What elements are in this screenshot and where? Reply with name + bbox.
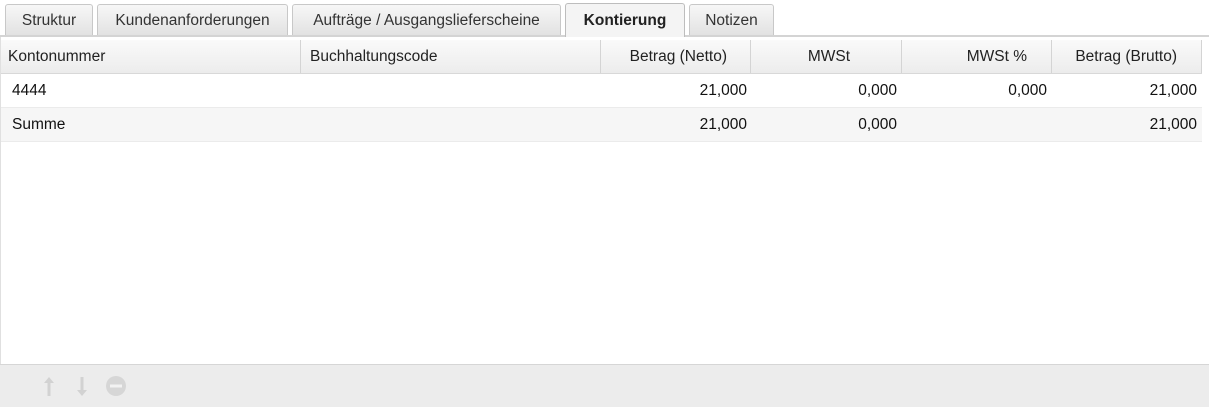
column-header-betrag-brutto[interactable]: Betrag (Brutto) — [1052, 40, 1202, 73]
column-header-kontonummer[interactable]: Kontonummer — [1, 40, 301, 73]
grid-header: Kontonummer Buchhaltungscode Betrag (Net… — [1, 40, 1202, 74]
tab-notizen[interactable]: Notizen — [689, 4, 774, 35]
cell-mwst: 0,000 — [858, 116, 897, 133]
cell-kontonummer: Summe — [12, 116, 66, 133]
tab-bar: Struktur Kundenanforderungen Aufträge / … — [0, 0, 1209, 37]
cell-betrag-netto: 21,000 — [699, 82, 747, 99]
tab-auftraege-ausgangslieferscheine[interactable]: Aufträge / Ausgangslieferscheine — [292, 4, 561, 35]
tab-kontierung[interactable]: Kontierung — [565, 3, 685, 37]
move-down-button[interactable] — [69, 373, 95, 399]
cell-betrag-brutto: 21,000 — [1149, 116, 1197, 133]
column-header-betrag-netto[interactable]: Betrag (Netto) — [601, 40, 751, 73]
cell-buchhaltungscode — [301, 108, 601, 141]
remove-icon — [106, 376, 126, 396]
cell-mwst: 0,000 — [858, 82, 897, 99]
cell-betrag-netto: 21,000 — [699, 116, 747, 133]
column-header-mwst[interactable]: MWSt — [751, 40, 902, 73]
cell-mwst-percent — [902, 108, 1052, 141]
arrow-up-icon — [44, 377, 54, 396]
move-up-button[interactable] — [36, 373, 62, 399]
grid-right-gutter — [1202, 40, 1209, 364]
table-row-summe[interactable]: Summe 21,000 0,000 21,000 — [1, 108, 1202, 142]
table-row[interactable]: 4444 21,000 0,000 0,000 21,000 — [1, 74, 1202, 108]
cell-kontonummer: 4444 — [12, 82, 47, 99]
cell-mwst-percent: 0,000 — [1008, 82, 1047, 99]
column-header-mwst-percent[interactable]: MWSt % — [902, 40, 1052, 73]
tab-kundenanforderungen[interactable]: Kundenanforderungen — [97, 4, 288, 35]
column-header-buchhaltungscode[interactable]: Buchhaltungscode — [301, 40, 601, 73]
arrow-down-icon — [77, 377, 87, 396]
cell-betrag-brutto: 21,000 — [1149, 82, 1197, 99]
kontierung-grid: Kontonummer Buchhaltungscode Betrag (Net… — [0, 37, 1209, 364]
remove-button[interactable] — [103, 373, 129, 399]
grid-toolbar — [0, 364, 1209, 407]
cell-buchhaltungscode — [301, 74, 601, 107]
tab-struktur[interactable]: Struktur — [5, 4, 93, 35]
